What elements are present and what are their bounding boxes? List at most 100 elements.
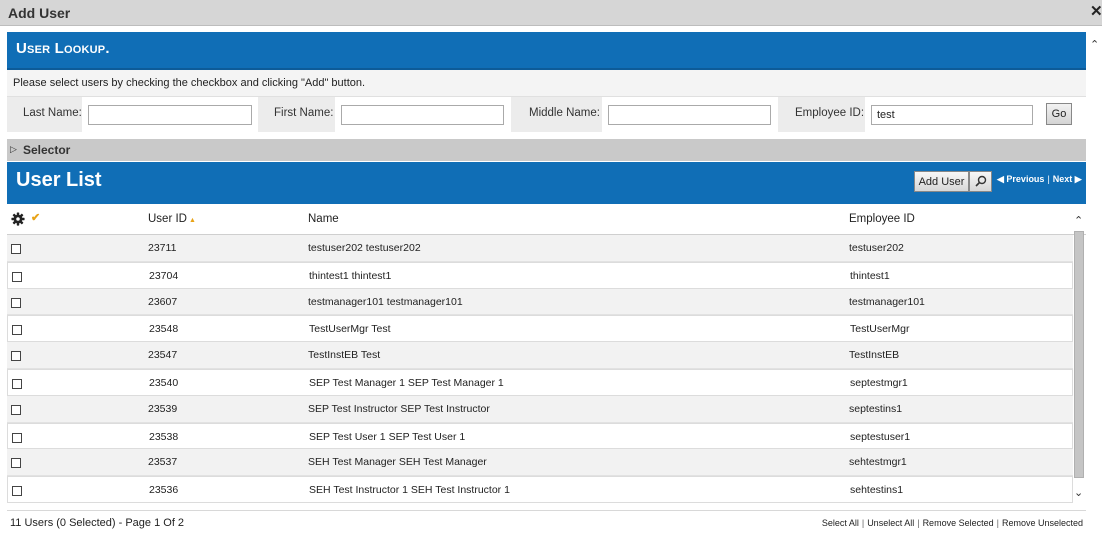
column-header-name[interactable]: Name <box>308 213 339 225</box>
action-separator: | <box>996 518 999 528</box>
column-header-employee-id[interactable]: Employee ID <box>849 213 915 225</box>
row-checkbox[interactable] <box>11 297 21 308</box>
table-row[interactable]: 23536 SEH Test Instructor 1 SEH Test Inst… <box>7 476 1073 503</box>
first-name-label: First Name: <box>274 107 334 119</box>
cell-name: SEH Test Instructor 1 SEH Test Instructo… <box>309 484 510 497</box>
cell-employee-id: septestins1 <box>849 402 903 415</box>
selector-toggle[interactable]: ▷ Selector <box>7 139 1086 161</box>
gear-icon[interactable] <box>11 212 25 226</box>
expand-icon: ▷ <box>10 144 17 154</box>
cell-employee-id: testuser202 <box>849 242 904 254</box>
list-footer: 11 Users (0 Selected) - Page 1 Of 2 Sele… <box>7 510 1086 534</box>
check-icon[interactable]: ✔ <box>31 211 40 224</box>
scroll-up-icon[interactable]: ⌃ <box>1090 38 1099 51</box>
user-list-heading: User List <box>16 169 102 191</box>
user-table-body: 23711 testuser202 testuser202 testuser202 2… <box>7 235 1073 503</box>
remove-selected-link[interactable]: Remove Selected <box>923 518 994 528</box>
row-checkbox[interactable] <box>11 458 21 469</box>
cell-employee-id: TestInstEB <box>849 349 900 362</box>
row-checkbox[interactable] <box>12 271 22 282</box>
unselect-all-link[interactable]: Unselect All <box>867 518 914 528</box>
cell-user-id: 23547 <box>148 349 178 362</box>
column-label-user-id: User ID <box>148 213 187 225</box>
action-separator: | <box>861 518 865 528</box>
user-lookup-header: User Lookup. <box>7 32 1086 70</box>
instructions-text: Please select users by checking the chec… <box>13 77 366 89</box>
cell-employee-id: sehtestins1 <box>850 484 904 497</box>
instructions-bar: Please select users by checking the chec… <box>7 70 1086 96</box>
table-row[interactable]: 23539 SEP Test Instructor SEP Test Instru… <box>7 395 1073 423</box>
cell-user-id: 23711 <box>148 242 177 254</box>
row-checkbox[interactable] <box>12 432 22 443</box>
cell-user-id: 23540 <box>149 376 179 389</box>
middle-name-input[interactable] <box>608 105 771 125</box>
cell-name: testuser202 testuser202 <box>308 242 421 254</box>
dialog-title: Add User <box>8 5 71 21</box>
action-separator: | <box>917 518 920 528</box>
remove-unselected-link[interactable]: Remove Unselected <box>1002 518 1083 528</box>
grid-header: ✔ User ID ▲ Name Employee ID <box>7 204 1086 235</box>
pager: ◀ Previous | Next ▶ <box>997 174 1082 185</box>
table-row[interactable]: 23711 testuser202 testuser202 testuser202 <box>7 235 1073 262</box>
user-lookup-heading: User Lookup. <box>16 40 110 57</box>
cell-name: testmanager101 testmanager101 <box>308 295 463 308</box>
cell-name: SEP Test Manager 1 SEP Test Manager 1 <box>309 376 504 389</box>
cell-user-id: 23539 <box>148 402 178 415</box>
table-row[interactable]: 23538 SEP Test User 1 SEP Test User 1 sept… <box>7 422 1073 450</box>
cell-name: SEH Test Manager SEH Test Manager <box>308 456 487 469</box>
next-link[interactable]: Next ▶ <box>1053 174 1082 184</box>
cell-employee-id: septestmgr1 <box>850 376 908 389</box>
table-scrollbar[interactable]: ⌃ ⌄ <box>1073 212 1086 503</box>
table-row[interactable]: 23607 testmanager101 testmanager101 testma… <box>7 288 1073 316</box>
row-checkbox[interactable] <box>12 325 22 336</box>
row-checkbox[interactable] <box>12 486 22 497</box>
sort-ascending-icon: ▲ <box>188 217 196 224</box>
cell-user-id: 23607 <box>148 295 178 308</box>
search-icon <box>975 175 987 187</box>
add-user-button[interactable]: Add User <box>914 171 969 192</box>
cell-user-id: 23704 <box>149 269 179 282</box>
selector-label: Selector <box>23 143 71 157</box>
employee-id-label: Employee ID: <box>795 107 865 119</box>
select-all-link[interactable]: Select All <box>822 518 859 528</box>
selection-count: 11 Users (0 Selected) - Page 1 Of 2 <box>10 517 185 529</box>
table-row[interactable]: 23548 TestUserMgr Test TestUserMgr <box>7 315 1073 343</box>
search-button[interactable] <box>969 171 992 192</box>
employee-id-input[interactable] <box>871 105 1033 125</box>
table-row[interactable]: 23540 SEP Test Manager 1 SEP Test Manager… <box>7 368 1073 396</box>
last-name-input[interactable] <box>88 105 252 125</box>
cell-employee-id: TestUserMgr <box>850 323 910 336</box>
cell-name: TestInstEB Test <box>308 349 381 362</box>
cell-name: TestUserMgr Test <box>309 323 391 336</box>
cell-user-id: 23536 <box>149 484 179 497</box>
dialog-scrollbar[interactable]: ⌃ <box>1087 30 1102 534</box>
cell-employee-id: thintest1 <box>850 269 890 282</box>
row-checkbox[interactable] <box>12 378 22 389</box>
scroll-down-icon[interactable]: ⌄ <box>1074 486 1083 499</box>
scroll-up-icon[interactable]: ⌃ <box>1074 214 1083 227</box>
table-row[interactable]: 23537 SEH Test Manager SEH Test Manager se… <box>7 449 1073 477</box>
user-list-header: User List Add User ◀ Previous | Next ▶ <box>7 162 1086 204</box>
previous-link[interactable]: ◀ Previous <box>997 174 1044 184</box>
cell-user-id: 23538 <box>149 430 179 443</box>
table-row[interactable]: 23704 thintest1 thintest1 thintest1 <box>7 261 1073 289</box>
search-form: Last Name: First Name: Middle Name: Empl… <box>7 96 1086 133</box>
pager-separator: | <box>1047 174 1050 184</box>
go-button[interactable]: Go <box>1046 103 1072 125</box>
middle-name-label: Middle Name: <box>529 107 600 119</box>
row-checkbox[interactable] <box>11 351 21 362</box>
cell-name: SEP Test Instructor SEP Test Instructor <box>308 402 490 415</box>
close-icon[interactable]: ✕ <box>1090 4 1102 20</box>
scroll-thumb[interactable] <box>1074 231 1084 478</box>
cell-employee-id: testmanager101 <box>849 295 925 308</box>
cell-name: SEP Test User 1 SEP Test User 1 <box>309 430 466 443</box>
cell-name: thintest1 thintest1 <box>309 269 392 282</box>
column-header-user-id[interactable]: User ID ▲ <box>148 213 196 225</box>
row-checkbox[interactable] <box>11 404 21 415</box>
cell-user-id: 23537 <box>148 456 178 469</box>
row-checkbox[interactable] <box>11 244 21 254</box>
cell-employee-id: septestuser1 <box>850 430 911 443</box>
first-name-input[interactable] <box>341 105 504 125</box>
last-name-label: Last Name: <box>23 107 82 119</box>
table-row[interactable]: 23547 TestInstEB Test TestInstEB <box>7 342 1073 369</box>
